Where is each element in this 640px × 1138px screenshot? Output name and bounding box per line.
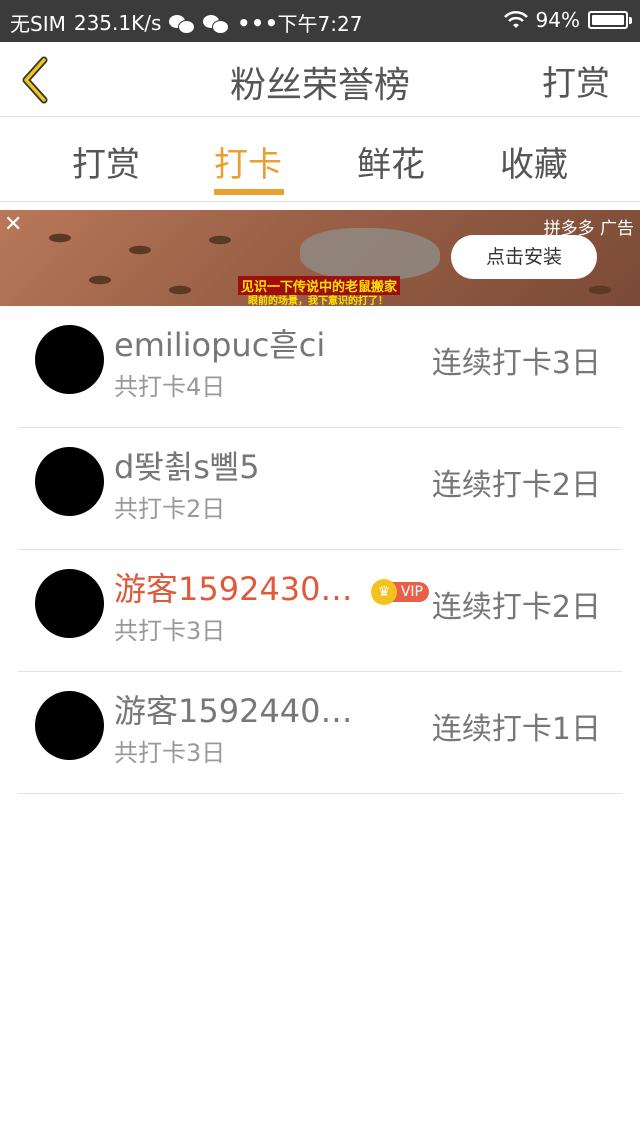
reward-button[interactable]: 打赏: [542, 56, 610, 105]
avatar[interactable]: [35, 325, 104, 394]
battery-icon: [588, 11, 632, 29]
ad-banner[interactable]: ✕ 拼多多 广告 点击安装 见识一下传说中的老鼠搬家 眼前的场景，我下意识的打了…: [0, 210, 640, 306]
list-item[interactable]: 游客1592440… 共打卡3日 连续打卡1日: [18, 672, 622, 794]
streak-days: 连续打卡3日: [431, 346, 601, 381]
total-checkins: 共打卡2日: [114, 495, 226, 523]
tab-favorites[interactable]: 收藏: [474, 137, 594, 186]
ad-image: [300, 228, 440, 280]
status-right: 94%: [503, 8, 632, 32]
vip-badge: VIP ♛: [371, 579, 429, 605]
active-tab-indicator: [214, 189, 284, 195]
ad-subcaption: 眼前的场景，我下意识的打了！: [248, 296, 388, 306]
tab-checkin[interactable]: 打卡: [188, 137, 308, 186]
user-name: d뙂쵥s뼬5: [114, 448, 260, 486]
tab-bar: 打赏 打卡 鲜花 收藏: [0, 117, 640, 202]
crown-icon: ♛: [371, 579, 397, 605]
total-checkins: 共打卡4日: [114, 373, 226, 401]
avatar[interactable]: [35, 691, 104, 760]
wifi-icon: [503, 10, 528, 28]
status-bar: 无SIM 235.1K/s ••• 下午7:27 94%: [0, 0, 640, 42]
install-button[interactable]: 点击安装: [451, 235, 597, 279]
tab-flowers[interactable]: 鲜花: [331, 137, 451, 186]
total-checkins: 共打卡3日: [114, 739, 226, 767]
streak-days: 连续打卡2日: [431, 590, 601, 625]
avatar[interactable]: [35, 447, 104, 516]
user-name: 游客1592440…: [114, 692, 353, 730]
avatar[interactable]: [35, 569, 104, 638]
ranking-list: emiliopuc흗ci 共打卡4日 连续打卡3日 d뙂쵥s뼬5 共打卡2日 连…: [18, 306, 622, 794]
list-item[interactable]: 游客1592430… VIP ♛ 共打卡3日 连续打卡2日: [18, 550, 622, 672]
nav-bar: 粉丝荣誉榜 打赏: [0, 42, 640, 117]
user-name: 游客1592430…: [114, 570, 353, 608]
list-item[interactable]: emiliopuc흗ci 共打卡4日 连续打卡3日: [18, 306, 622, 428]
streak-days: 连续打卡1日: [431, 712, 601, 747]
user-name: emiliopuc흗ci: [114, 326, 326, 364]
total-checkins: 共打卡3日: [114, 617, 226, 645]
battery-percent: 94%: [535, 8, 580, 32]
tab-reward[interactable]: 打赏: [46, 137, 166, 186]
list-item[interactable]: d뙂쵥s뼬5 共打卡2日 连续打卡2日: [18, 428, 622, 550]
streak-days: 连续打卡2日: [431, 468, 601, 503]
close-icon[interactable]: ✕: [4, 212, 22, 237]
